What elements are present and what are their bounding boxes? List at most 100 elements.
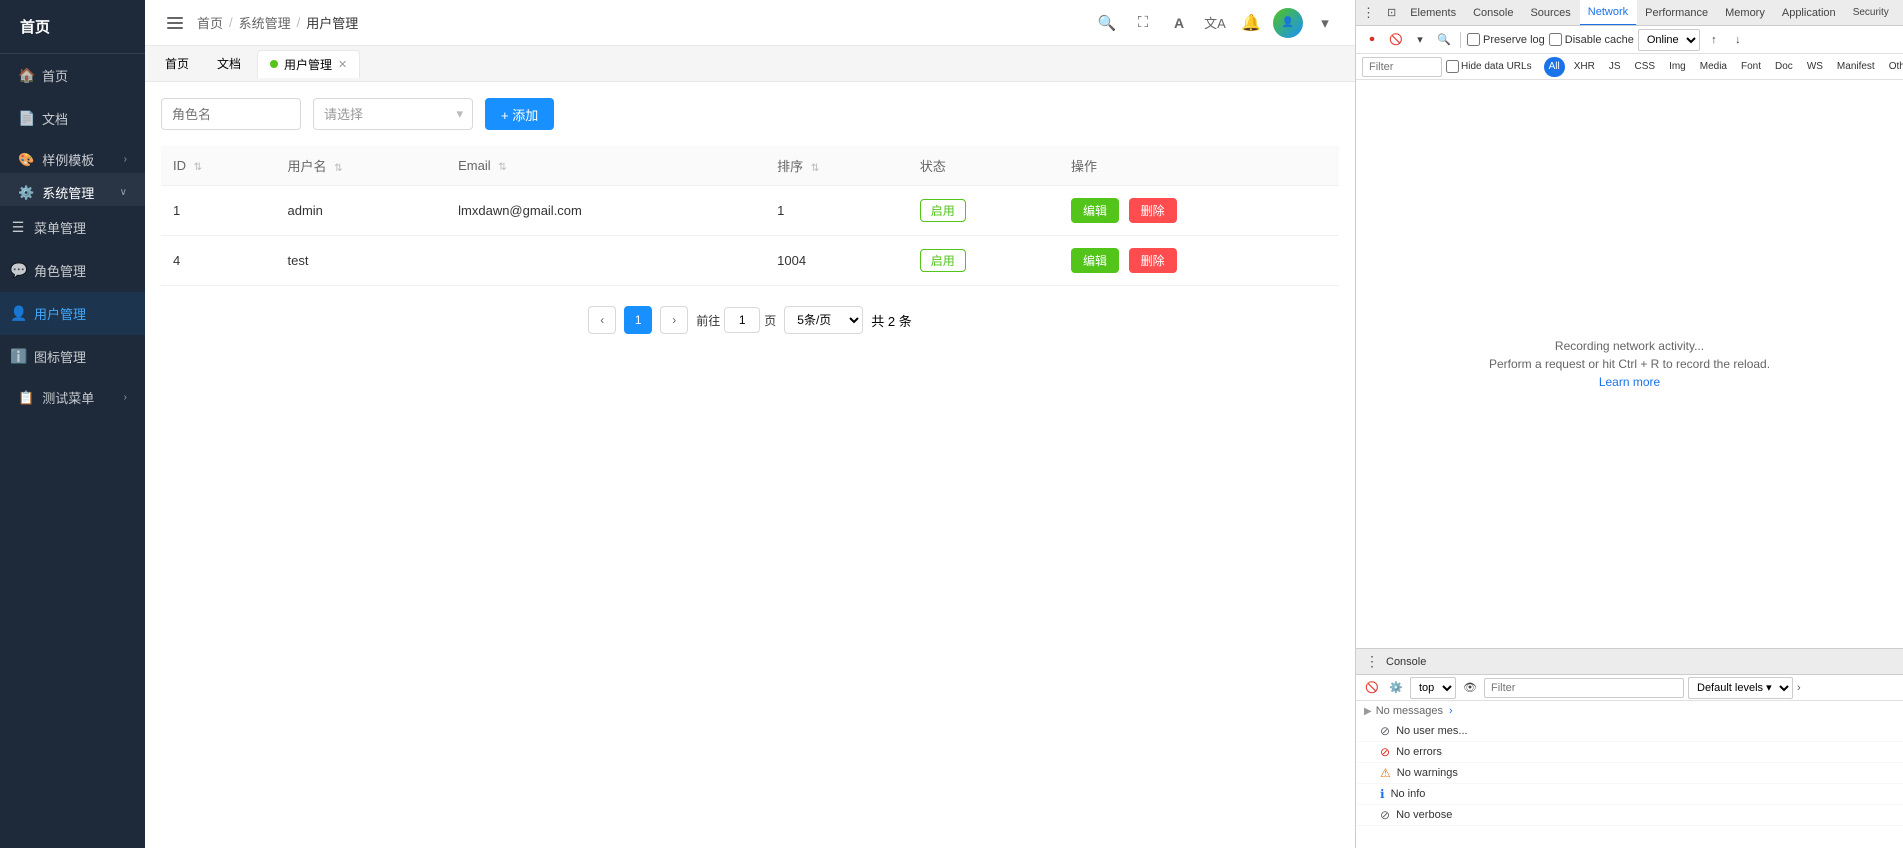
console-panel: ⋮ Console 🚫 ⚙️ top 👁 Default levels ▾ › … [1356, 648, 1903, 848]
edit-button-1[interactable]: 编辑 [1071, 198, 1119, 223]
sidebar-item-home[interactable]: 🏠 首页 [0, 54, 145, 97]
tab-elements[interactable]: Elements [1402, 0, 1465, 26]
sort-icon-email[interactable]: ⇅ [498, 162, 506, 173]
filter-manifest-button[interactable]: Manifest [1832, 57, 1880, 77]
filter-button[interactable]: ▾ [1410, 30, 1430, 50]
preserve-log-label[interactable]: Preserve log [1467, 33, 1545, 46]
search-button[interactable]: 🔍 [1093, 9, 1121, 37]
export-button[interactable]: ↓ [1728, 30, 1748, 50]
chevron-right-icon-2: › [124, 392, 127, 403]
tab-docs[interactable]: 文档 [205, 50, 253, 78]
filter-other-button[interactable]: Other [1884, 57, 1903, 77]
network-filter-input[interactable] [1362, 57, 1442, 77]
filter-media-button[interactable]: Media [1695, 57, 1732, 77]
delete-button-1[interactable]: 删除 [1129, 198, 1177, 223]
console-context-select[interactable]: top [1410, 677, 1456, 699]
tab-more[interactable]: » [1898, 0, 1903, 26]
tab-home[interactable]: 首页 [153, 50, 201, 78]
console-item-0: ⊘ No user mes... [1356, 721, 1903, 742]
preserve-log-checkbox[interactable] [1467, 33, 1480, 46]
tab-application[interactable]: Application [1774, 0, 1845, 26]
col-sort: 排序 ⇅ [765, 146, 908, 186]
translate-button[interactable]: 文A [1201, 9, 1229, 37]
page-1-button[interactable]: 1 [624, 306, 652, 334]
add-button[interactable]: + 添加 [485, 98, 554, 130]
settings-button[interactable]: ▾ [1311, 9, 1339, 37]
sidebar-item-label: 角色管理 [34, 261, 86, 280]
tab-security[interactable]: Security [1845, 0, 1898, 26]
console-clear-button[interactable]: 🚫 [1362, 678, 1382, 698]
console-filter-input[interactable] [1484, 678, 1684, 698]
hide-data-urls-checkbox[interactable] [1446, 60, 1459, 73]
role-name-input[interactable] [161, 98, 301, 130]
status-select[interactable]: 请选择 [313, 98, 473, 130]
disable-cache-label[interactable]: Disable cache [1549, 33, 1634, 46]
page-size-select[interactable]: 5条/页 10条/页 20条/页 50条/页 [784, 306, 863, 334]
fullscreen-button[interactable]: ⛶ [1129, 9, 1157, 37]
filter-css-button[interactable]: CSS [1630, 57, 1661, 77]
console-item-1: ⊘ No errors [1356, 742, 1903, 763]
avatar[interactable]: 👤 [1273, 8, 1303, 38]
filter-font-button[interactable]: Font [1736, 57, 1766, 77]
next-page-button[interactable]: › [660, 306, 688, 334]
console-settings-button[interactable]: ⚙️ [1386, 678, 1406, 698]
notification-button[interactable]: 🔔 [1237, 9, 1265, 37]
throttle-select[interactable]: Online [1638, 29, 1700, 51]
test-icon: 📋 [18, 390, 34, 406]
sort-icon-sort[interactable]: ⇅ [811, 163, 819, 174]
goto-prefix: 前往 [696, 312, 720, 329]
edit-button-2[interactable]: 编辑 [1071, 248, 1119, 273]
sidebar-item-role-mgmt[interactable]: 💬 角色管理 [0, 249, 145, 292]
filter-img-button[interactable]: Img [1664, 57, 1691, 77]
sidebar-section-label: 测试菜单 [42, 388, 94, 407]
sidebar-item-docs[interactable]: 📄 文档 [0, 97, 145, 140]
filter-all-button[interactable]: All [1544, 57, 1565, 77]
col-id: ID ⇅ [161, 146, 275, 186]
filter-doc-button[interactable]: Doc [1770, 57, 1798, 77]
console-menu-icon[interactable]: ⋮ [1362, 652, 1382, 672]
record-button[interactable]: ⏺ [1362, 30, 1382, 50]
pagination: ‹ 1 › 前往 页 5条/页 10条/页 20条/页 50条/页 共 2 条 [161, 306, 1339, 334]
sidebar-section-test[interactable]: 📋 测试菜单 › [0, 378, 145, 411]
filter-xhr-button[interactable]: XHR [1569, 57, 1600, 77]
sidebar-item-label: 菜单管理 [34, 218, 86, 237]
sidebar-item-user-mgmt[interactable]: 👤 用户管理 [0, 292, 145, 335]
devtools-dock-icon[interactable]: ⊡ [1381, 6, 1402, 19]
sidebar-item-icon-mgmt[interactable]: ℹ️ 图标管理 [0, 335, 145, 378]
console-eye-button[interactable]: 👁 [1460, 678, 1480, 698]
import-button[interactable]: ↑ [1704, 30, 1724, 50]
tab-close-icon[interactable]: ✕ [338, 58, 347, 71]
sort-icon-username[interactable]: ⇅ [334, 163, 342, 174]
breadcrumb-system[interactable]: 系统管理 [239, 13, 291, 32]
tab-console[interactable]: Console [1465, 0, 1522, 26]
sidebar-logo[interactable]: 首页 [0, 0, 145, 54]
delete-button-2[interactable]: 删除 [1129, 248, 1177, 273]
font-button[interactable]: A [1165, 9, 1193, 37]
filter-js-button[interactable]: JS [1604, 57, 1626, 77]
no-warnings-icon: ⚠ [1380, 766, 1391, 780]
filter-ws-button[interactable]: WS [1802, 57, 1828, 77]
sidebar-section-system[interactable]: ⚙️ 系统管理 ∨ [0, 173, 145, 206]
tab-user-mgmt[interactable]: 用户管理 ✕ [257, 50, 360, 78]
tab-sources[interactable]: Sources [1522, 0, 1579, 26]
goto-input[interactable] [724, 307, 760, 333]
no-messages-item[interactable]: ▶ No messages › [1356, 701, 1903, 721]
disable-cache-checkbox[interactable] [1549, 33, 1562, 46]
breadcrumb-home[interactable]: 首页 [197, 13, 223, 32]
tab-performance[interactable]: Performance [1637, 0, 1717, 26]
sidebar: 首页 🏠 首页 📄 文档 🎨 样例模板 › ⚙️ 系统管理 ∨ [0, 0, 145, 848]
console-more-icon[interactable]: › [1797, 682, 1801, 694]
search-network-button[interactable]: 🔍 [1434, 30, 1454, 50]
sort-icon-id[interactable]: ⇅ [194, 162, 202, 173]
clear-button[interactable]: 🚫 [1386, 30, 1406, 50]
learn-more-link[interactable]: Learn more [1599, 375, 1660, 389]
prev-page-button[interactable]: ‹ [588, 306, 616, 334]
tab-network[interactable]: Network [1580, 0, 1637, 26]
hide-data-urls-label[interactable]: Hide data URLs [1446, 60, 1532, 73]
sidebar-section-templates[interactable]: 🎨 样例模板 › [0, 140, 145, 173]
sidebar-item-menu-mgmt[interactable]: ☰ 菜单管理 [0, 206, 145, 249]
console-level-select[interactable]: Default levels ▾ [1688, 677, 1793, 699]
menu-toggle-button[interactable] [161, 9, 189, 37]
tab-memory[interactable]: Memory [1717, 0, 1774, 26]
devtools-settings-icon[interactable]: ⋮ [1356, 5, 1381, 21]
